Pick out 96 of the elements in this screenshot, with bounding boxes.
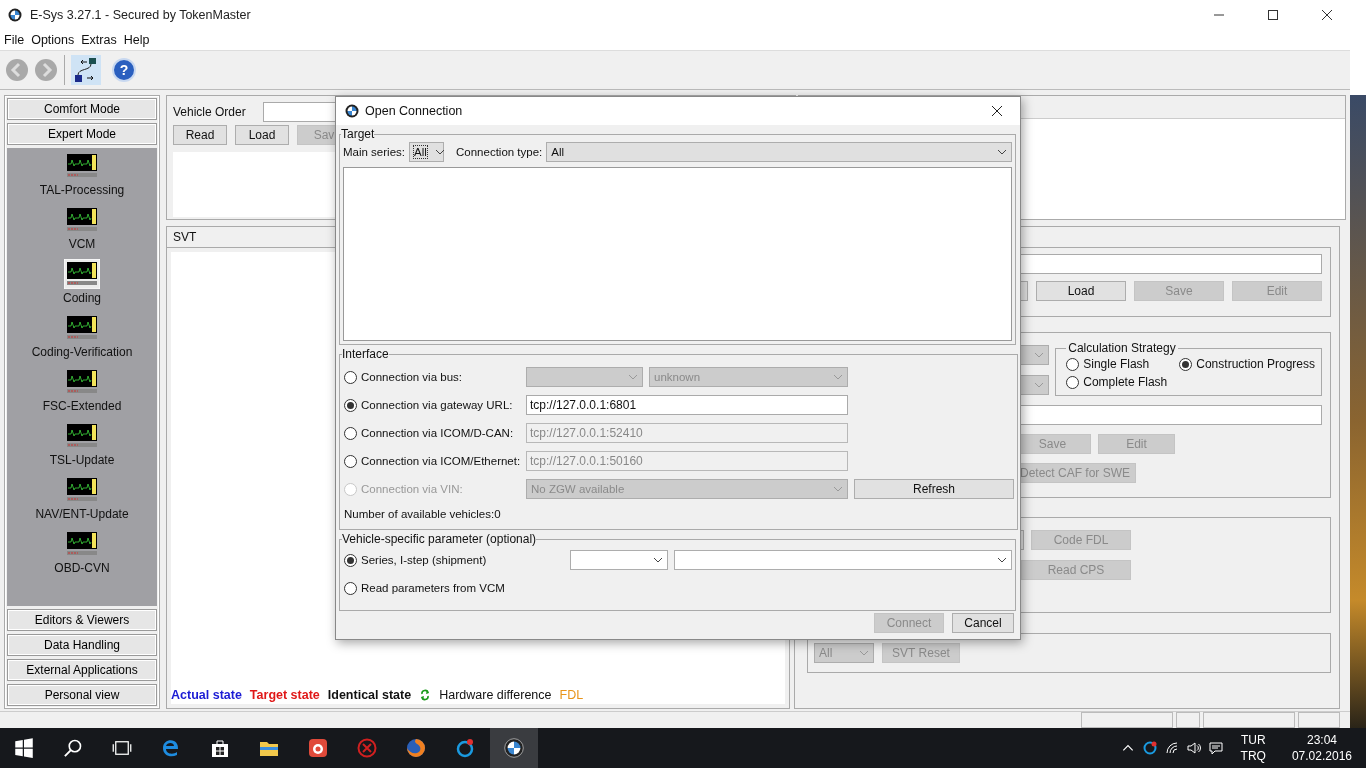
group-title: Vehicle-specific parameter (optional) [342,532,537,546]
maximize-icon[interactable] [1267,9,1279,21]
help-button[interactable]: ? [112,58,136,82]
keyboard-label[interactable]: TRQ [1240,748,1266,764]
legend-label: Actual state [171,688,242,702]
option-label: Series, I-step (shipment) [361,554,487,566]
legend-label: Identical state [327,688,412,702]
radio-button[interactable] [344,370,357,384]
chevron-down-icon [997,149,1007,155]
tool-label[interactable]: Coding-Verification [31,345,133,359]
close-icon[interactable] [1321,9,1333,21]
url-field[interactable]: tcp://127.0.0.1:6801 [526,395,848,415]
option-label: Single Flash [1083,357,1150,371]
menu-item[interactable]: Options [31,33,75,47]
menu-item[interactable]: Help [123,33,150,47]
browser-icon[interactable] [161,738,181,758]
chevron-down-icon [1034,382,1045,388]
globe-icon[interactable] [406,738,426,758]
chevron-down-icon [833,374,843,380]
close-icon[interactable] [991,105,1003,117]
tool-label[interactable]: OBD-CVN [54,561,110,575]
clock-time[interactable]: 23:04 [1306,732,1337,748]
refresh-button[interactable]: Refresh [854,479,1014,499]
option-label: Complete Flash [1083,375,1168,389]
action-button[interactable]: Read [173,125,227,145]
option-label: Connection via gateway URL: [361,399,513,411]
option-label: Construction Progress [1196,357,1315,371]
option-label: Connection via ICOM/D-CAN: [361,427,514,439]
field-label: Vehicle Order [173,105,247,119]
main-series-dropdown[interactable]: All [409,142,444,162]
field-label: Main series: [343,146,405,158]
clock-date[interactable]: 07.02.2016 [1291,748,1352,764]
menu-item[interactable]: Extras [81,33,117,47]
legend-label: Target state [249,688,320,702]
roundel-icon[interactable] [504,738,524,758]
tool-label[interactable]: VCM [68,237,96,251]
search-icon[interactable] [63,738,83,758]
refresh-circle-icon[interactable] [455,738,475,758]
category-button[interactable]: Data Handling [7,634,157,656]
radio-button[interactable] [344,454,357,468]
action-button[interactable]: Load [1036,281,1126,301]
chevron-down-icon [653,557,663,563]
group-title: Calculation Strategy [1067,341,1177,355]
connection-type-dropdown[interactable]: All [546,142,1012,162]
option-label: Connection via ICOM/Ethernet: [361,455,521,467]
recycle-arrows-icon [419,689,432,701]
group-title: Interface [342,347,389,361]
windows-logo-icon[interactable] [14,738,34,758]
app-icon[interactable] [308,738,328,758]
radio-button[interactable] [1066,357,1080,371]
chevron-down-icon [833,486,843,492]
chevron-down-icon [434,149,445,155]
radio-button[interactable] [1066,375,1080,389]
chevron-down-icon [859,650,869,656]
radio-button[interactable] [344,426,357,440]
message-icon[interactable] [1208,741,1223,755]
legend-label: FDL [559,688,584,702]
tool-label[interactable]: TAL-Processing [39,183,125,197]
monitor-icon[interactable] [64,259,100,289]
language-label[interactable]: TUR [1240,732,1266,748]
roundel-icon [345,104,359,118]
app-tray-icon[interactable] [1142,741,1157,755]
chevron-down-icon [628,374,638,380]
chevron-down-icon [1034,352,1045,358]
menu-item[interactable]: File [4,33,25,47]
field-label: Connection type: [456,146,543,158]
legend-label: Hardware difference [439,688,552,702]
chevron-down-icon [997,557,1007,563]
radio-button[interactable] [344,398,357,412]
vehicle-count: Number of available vehicles:0 [344,507,502,522]
radio-button[interactable] [344,581,357,595]
tool-label[interactable]: FSC-Extended [42,399,122,413]
radio-button[interactable] [1179,357,1193,371]
option-label: Connection via VIN: [361,483,463,495]
tool-label[interactable]: Coding [63,291,101,305]
connection-icon[interactable] [71,55,101,85]
task-view-icon[interactable] [112,738,132,758]
radio-button[interactable] [344,553,357,567]
action-button[interactable]: Load [235,125,289,145]
speaker-icon[interactable] [1186,741,1201,755]
category-button[interactable]: Editors & Viewers [7,609,157,631]
option-label: Connection via bus: [361,371,462,383]
category-button[interactable]: Personal view [7,684,157,706]
dialog-button[interactable]: Cancel [952,613,1014,633]
option-label: Read parameters from VCM [361,582,505,594]
roundel-icon [8,8,22,22]
dialog-title: Open Connection [365,104,463,118]
mode-button[interactable]: Comfort Mode [7,98,157,120]
wifi-icon[interactable] [1164,741,1179,755]
panel-title: SVT [173,230,197,244]
category-button[interactable]: External Applications [7,659,157,681]
shopping-bag-icon[interactable] [210,738,230,758]
mode-button[interactable]: Expert Mode [7,123,157,145]
tool-label[interactable]: TSL-Update [49,453,115,467]
window-title: E-Sys 3.27.1 - Secured by TokenMaster [30,8,251,22]
tool-label[interactable]: NAV/ENT-Update [35,507,129,521]
